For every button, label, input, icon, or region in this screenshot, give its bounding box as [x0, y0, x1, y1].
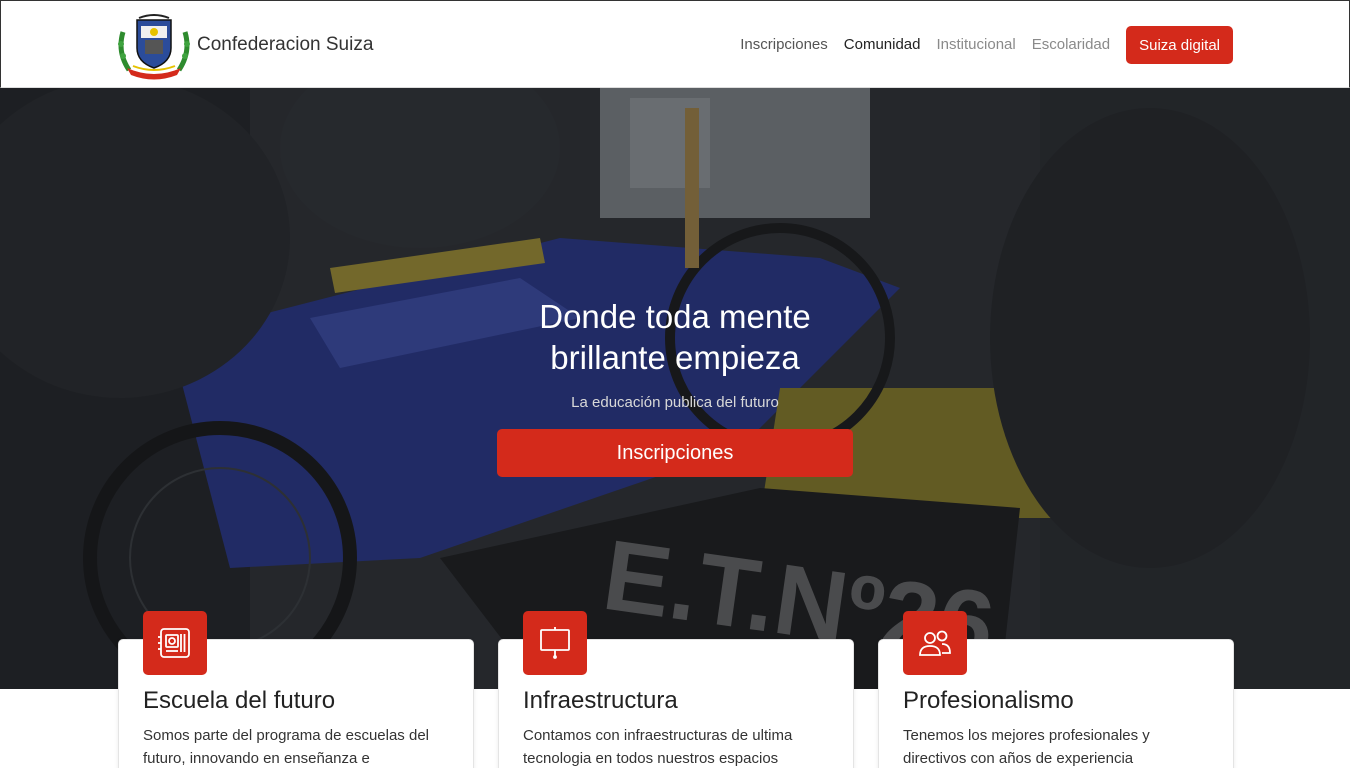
card-icon-box — [143, 611, 207, 675]
nav-link-inscripciones[interactable]: Inscripciones — [732, 26, 836, 64]
card-icon-box — [903, 611, 967, 675]
motherboard-icon — [158, 628, 190, 658]
feature-title: Profesionalismo — [903, 687, 1074, 714]
top-navbar: Confederacion Suiza Inscripciones Comuni… — [0, 0, 1350, 88]
feature-text: Contamos con infraestructuras de ultima … — [523, 727, 793, 767]
school-crest-logo — [118, 14, 190, 80]
feature-card-infraestructura: Infraestructura Contamos con infraestruc… — [498, 611, 854, 768]
hero-title: Donde toda mente brillante empieza — [539, 298, 811, 376]
main-nav: Inscripciones Comunidad Institucional Es… — [732, 26, 1233, 64]
feature-card-escuela: Escuela del futuro Somos parte del progr… — [118, 611, 474, 768]
brand-name: Confederacion Suiza — [197, 34, 374, 55]
hero-subtitle: La educación publica del futuro — [571, 394, 779, 411]
hero-section: E.T.Nº26 Donde toda mente brillante empi… — [0, 88, 1350, 689]
feature-text: Tenemos los mejores profesionales y dire… — [903, 727, 1150, 767]
feature-text: Somos parte del programa de escuelas del… — [143, 727, 429, 767]
hero-inscripciones-button[interactable]: Inscripciones — [497, 429, 853, 477]
suiza-digital-button[interactable]: Suiza digital — [1126, 26, 1233, 64]
feature-card-profesionalismo: Profesionalismo Tenemos los mejores prof… — [878, 611, 1234, 768]
nav-link-escolaridad[interactable]: Escolaridad — [1024, 26, 1118, 64]
presentation-board-icon — [540, 627, 570, 659]
nav-link-institucional[interactable]: Institucional — [929, 26, 1024, 64]
brand-link[interactable]: Confederacion Suiza — [115, 10, 373, 80]
people-icon — [919, 630, 951, 656]
feature-title: Escuela del futuro — [143, 687, 336, 714]
hero-content: Donde toda mente brillante empieza La ed… — [0, 296, 1350, 477]
feature-title: Infraestructura — [523, 687, 678, 714]
nav-link-comunidad[interactable]: Comunidad — [836, 26, 929, 64]
card-icon-box — [523, 611, 587, 675]
